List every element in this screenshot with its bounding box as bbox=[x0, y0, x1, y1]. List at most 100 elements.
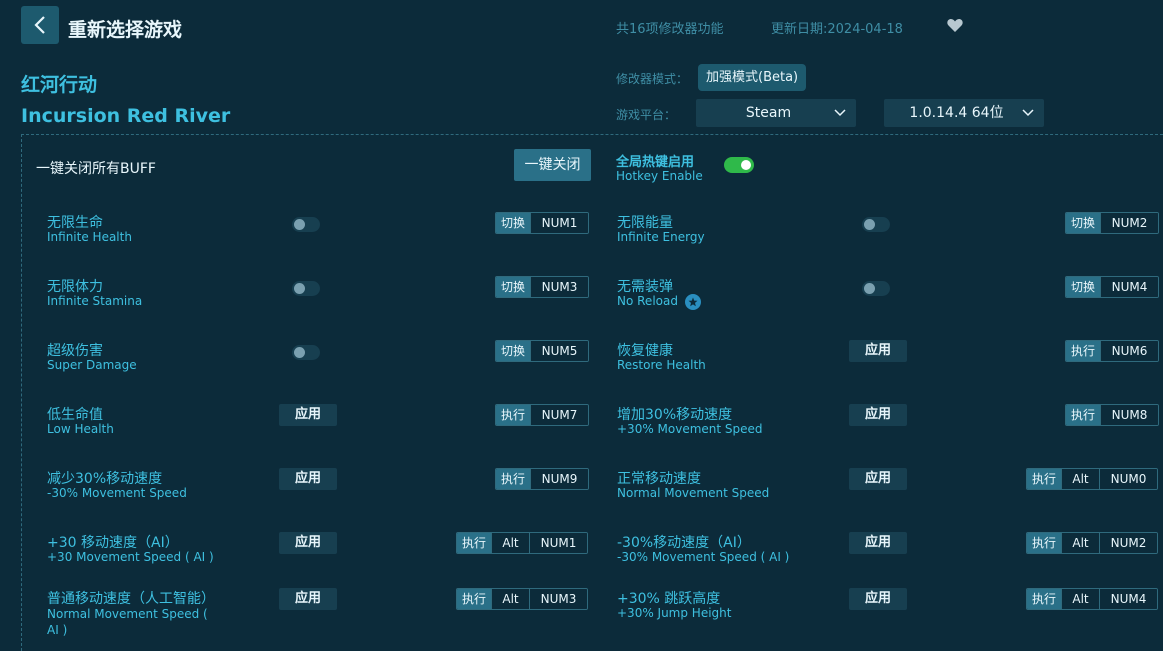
feature-row: 低生命值 Low Health 应用 执行 NUM7 bbox=[21, 404, 591, 464]
hotkey-group[interactable]: 切换 NUM5 bbox=[495, 340, 589, 362]
hotkey-group[interactable]: 执行 Alt NUM3 bbox=[456, 588, 588, 610]
buff-label: 一键关闭所有BUFF bbox=[36, 161, 156, 177]
feature-row: 无限生命 Infinite Health 切换 NUM1 bbox=[21, 212, 591, 272]
toggle-knob bbox=[294, 347, 305, 358]
version-value: 1.0.14.4 64位 bbox=[909, 105, 1004, 121]
hotkey-group[interactable]: 执行 Alt NUM4 bbox=[1026, 588, 1158, 610]
mode-button[interactable]: 加强模式(Beta) bbox=[698, 64, 807, 91]
hotkey-group[interactable]: 执行 Alt NUM0 bbox=[1026, 468, 1158, 490]
feature-toggle[interactable] bbox=[292, 281, 320, 296]
feature-name-cn: 增加30%移动速度 bbox=[617, 407, 733, 423]
hotkey-mode-label[interactable]: 执行 bbox=[1027, 533, 1061, 553]
hotkey-group[interactable]: 切换 NUM2 bbox=[1065, 212, 1159, 234]
page-title: 重新选择游戏 bbox=[68, 19, 183, 41]
feature-name-cn: 无限能量 bbox=[617, 215, 673, 231]
hotkey-modifier[interactable]: Alt bbox=[1061, 589, 1099, 609]
feature-name-cn: 超级伤害 bbox=[47, 343, 103, 359]
hotkey-key[interactable]: NUM7 bbox=[530, 405, 588, 425]
feature-row: 无限体力 Infinite Stamina 切换 NUM3 bbox=[21, 276, 591, 336]
hotkey-key[interactable]: NUM0 bbox=[1099, 469, 1157, 489]
hotkey-mode-label[interactable]: 执行 bbox=[496, 469, 530, 489]
feature-name-en: Super Damage bbox=[47, 358, 137, 372]
hotkey-key[interactable]: NUM4 bbox=[1100, 277, 1158, 297]
hotkey-key[interactable]: NUM4 bbox=[1099, 589, 1157, 609]
back-button[interactable] bbox=[21, 6, 59, 44]
hotkey-key[interactable]: NUM1 bbox=[529, 533, 587, 553]
feature-row: 无需装弹 No Reload 切换 NUM4 bbox=[591, 276, 1161, 336]
hotkey-modifier[interactable]: Alt bbox=[491, 589, 529, 609]
apply-button[interactable]: 应用 bbox=[849, 532, 907, 554]
hotkey-toggle[interactable] bbox=[724, 157, 754, 173]
feature-row: 无限能量 Infinite Energy 切换 NUM2 bbox=[591, 212, 1161, 272]
feature-name-en: No Reload bbox=[617, 294, 678, 308]
feature-toggle[interactable] bbox=[862, 217, 890, 232]
apply-button[interactable]: 应用 bbox=[849, 468, 907, 490]
feature-name-cn: +30 移动速度（AI） bbox=[47, 535, 179, 551]
feature-name-en: +30% Movement Speed bbox=[617, 422, 763, 436]
hotkey-group[interactable]: 执行 NUM9 bbox=[495, 468, 589, 490]
hotkey-group[interactable]: 切换 NUM1 bbox=[495, 212, 589, 234]
feature-count: 共16项修改器功能 bbox=[616, 22, 724, 37]
feature-name-en: Infinite Stamina bbox=[47, 294, 143, 308]
feature-toggle[interactable] bbox=[862, 281, 890, 296]
feature-toggle[interactable] bbox=[292, 345, 320, 360]
hotkey-group[interactable]: 执行 Alt NUM1 bbox=[456, 532, 588, 554]
feature-name-cn: 减少30%移动速度 bbox=[47, 471, 163, 487]
hotkey-mode-label[interactable]: 切换 bbox=[1066, 213, 1100, 233]
heart-icon[interactable] bbox=[946, 16, 964, 34]
hotkey-key[interactable]: NUM2 bbox=[1100, 213, 1158, 233]
feature-name-en: -30% Movement Speed ( AI ) bbox=[617, 550, 790, 564]
hotkey-key[interactable]: NUM2 bbox=[1099, 533, 1157, 553]
chevron-down-icon bbox=[834, 109, 846, 117]
platform-value: Steam bbox=[745, 105, 792, 121]
hotkey-key[interactable]: NUM9 bbox=[530, 469, 588, 489]
platform-select[interactable]: Steam bbox=[696, 99, 856, 127]
hotkey-modifier[interactable]: Alt bbox=[1061, 533, 1099, 553]
feature-toggle[interactable] bbox=[292, 217, 320, 232]
apply-button[interactable]: 应用 bbox=[849, 340, 907, 362]
hotkey-key[interactable]: NUM1 bbox=[530, 213, 588, 233]
feature-row: +30% 跳跃高度 +30% Jump Height 应用 执行 Alt NUM4 bbox=[591, 588, 1161, 648]
hotkey-group[interactable]: 切换 NUM3 bbox=[495, 276, 589, 298]
hotkey-modifier[interactable]: Alt bbox=[491, 533, 529, 553]
apply-button[interactable]: 应用 bbox=[279, 588, 337, 610]
hotkey-mode-label[interactable]: 切换 bbox=[496, 213, 530, 233]
feature-row: 超级伤害 Super Damage 切换 NUM5 bbox=[21, 340, 591, 400]
hotkey-mode-label[interactable]: 执行 bbox=[1066, 405, 1100, 425]
hotkey-mode-label[interactable]: 执行 bbox=[457, 589, 491, 609]
feature-row: 正常移动速度 Normal Movement Speed 应用 执行 Alt NUM0 bbox=[591, 468, 1161, 528]
hotkey-mode-label[interactable]: 切换 bbox=[496, 341, 530, 361]
hotkey-mode-label[interactable]: 切换 bbox=[496, 277, 530, 297]
toggle-knob bbox=[864, 283, 875, 294]
hotkey-mode-label[interactable]: 执行 bbox=[1027, 469, 1061, 489]
hotkey-group[interactable]: 切换 NUM4 bbox=[1065, 276, 1159, 298]
toggle-knob bbox=[294, 219, 305, 230]
hotkey-key[interactable]: NUM8 bbox=[1100, 405, 1158, 425]
hotkey-mode-label[interactable]: 执行 bbox=[457, 533, 491, 553]
hotkey-group[interactable]: 执行 NUM8 bbox=[1065, 404, 1159, 426]
apply-button[interactable]: 应用 bbox=[279, 404, 337, 426]
apply-button[interactable]: 应用 bbox=[849, 404, 907, 426]
feature-name-en: Infinite Health bbox=[47, 230, 132, 244]
hotkey-group[interactable]: 执行 Alt NUM2 bbox=[1026, 532, 1158, 554]
hotkey-key[interactable]: NUM3 bbox=[530, 277, 588, 297]
hotkey-key[interactable]: NUM5 bbox=[530, 341, 588, 361]
hotkey-mode-label[interactable]: 执行 bbox=[1027, 589, 1061, 609]
hotkey-mode-label[interactable]: 执行 bbox=[1066, 341, 1100, 361]
apply-button[interactable]: 应用 bbox=[279, 468, 337, 490]
feature-name-cn: -30%移动速度（AI） bbox=[617, 535, 751, 551]
hotkey-mode-label[interactable]: 执行 bbox=[496, 405, 530, 425]
mode-label: 修改器模式： bbox=[616, 72, 689, 86]
version-select[interactable]: 1.0.14.4 64位 bbox=[884, 99, 1044, 127]
hotkey-modifier[interactable]: Alt bbox=[1061, 469, 1099, 489]
apply-button[interactable]: 应用 bbox=[279, 532, 337, 554]
hotkey-group[interactable]: 执行 NUM7 bbox=[495, 404, 589, 426]
hotkey-group[interactable]: 执行 NUM6 bbox=[1065, 340, 1159, 362]
chevron-left-icon bbox=[34, 16, 45, 34]
close-all-button[interactable]: 一键关闭 bbox=[514, 149, 591, 181]
hotkey-key[interactable]: NUM6 bbox=[1100, 341, 1158, 361]
apply-button[interactable]: 应用 bbox=[849, 588, 907, 610]
hotkey-mode-label[interactable]: 切换 bbox=[1066, 277, 1100, 297]
feature-name-en: +30% Jump Height bbox=[617, 606, 732, 620]
hotkey-key[interactable]: NUM3 bbox=[529, 589, 587, 609]
